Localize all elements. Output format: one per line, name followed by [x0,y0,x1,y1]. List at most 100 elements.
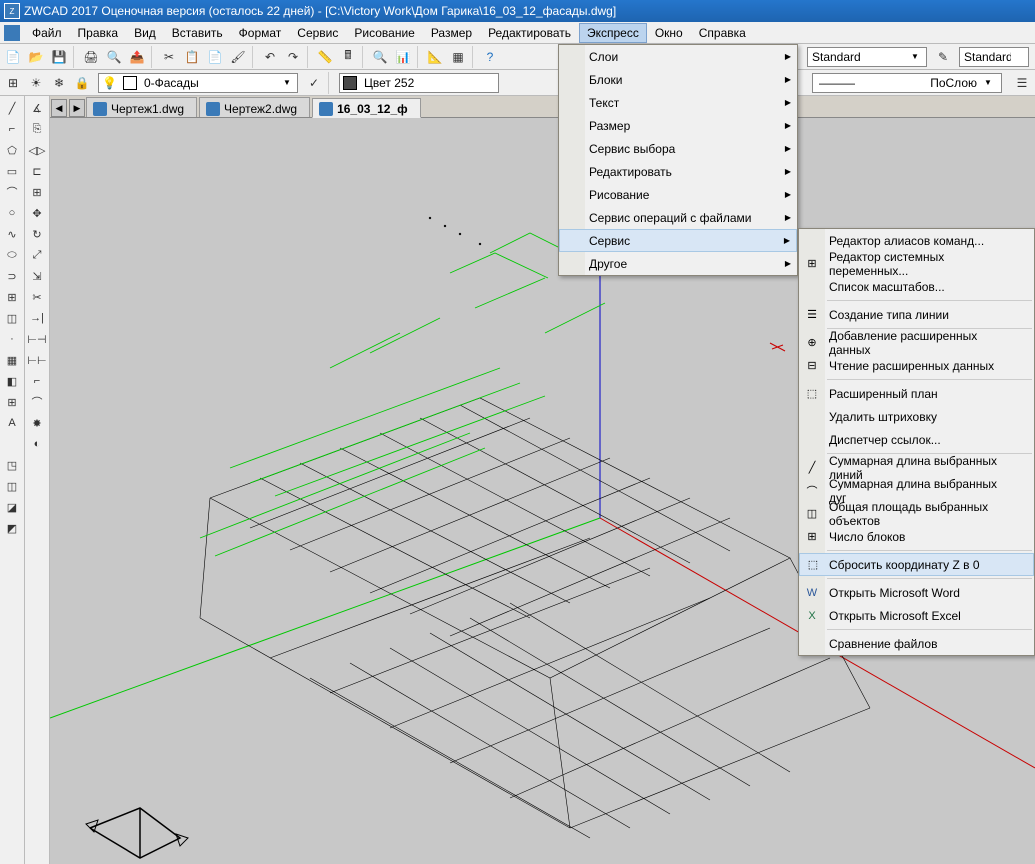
open-button[interactable]: 📂 [25,46,47,68]
color-input[interactable] [360,74,480,92]
sub-open-word[interactable]: WОткрыть Microsoft Word [799,581,1034,604]
lineweight-icon[interactable]: ☰ [1011,72,1033,94]
block-tool[interactable]: ◫ [2,308,22,328]
tab-drawing2[interactable]: Чертеж2.dwg [199,97,310,117]
layer2-tool[interactable]: ◫ [2,476,22,496]
textstyle-apply-icon[interactable]: ✎ [932,46,954,68]
line-tool[interactable]: ╱ [2,98,22,118]
sub-reset-z[interactable]: ⬚Сбросить координату Z в 0 [799,553,1034,576]
new-button[interactable]: 📄 [2,46,24,68]
cut-button[interactable]: ✂ [158,46,180,68]
earc-tool[interactable]: ⊃ [2,266,22,286]
express-draw[interactable]: Рисование [559,183,797,206]
print-button[interactable]: 🖨 [80,46,102,68]
ellipse-tool[interactable]: ⬭ [2,245,22,265]
menu-modify[interactable]: Редактировать [480,23,579,43]
menu-view[interactable]: Вид [126,23,164,43]
help-button[interactable]: ? [479,46,501,68]
tool-palettes-button[interactable]: ▦ [447,46,469,68]
scale-tool[interactable]: ⤢ [27,245,47,265]
text-tool[interactable]: A [2,413,22,433]
layer-freeze-button[interactable]: 🔒 [71,72,93,94]
sub-ext-plan[interactable]: ⬚Расширенный план [799,382,1034,405]
menu-file[interactable]: Файл [24,23,70,43]
save-button[interactable]: 💾 [48,46,70,68]
circle-tool[interactable]: ○ [2,203,22,223]
express-other[interactable]: Другое [559,252,797,275]
tab-prev[interactable]: ◀ [51,99,67,117]
express-blocks[interactable]: Блоки [559,68,797,91]
express-layers[interactable]: Слои [559,45,797,68]
insert-tool[interactable]: ⊞ [2,287,22,307]
explode-tool[interactable]: ✸ [27,413,47,433]
table-tool[interactable]: ⊞ [2,392,22,412]
sub-total-area[interactable]: ◫Общая площадь выбранных объектов [799,502,1034,525]
move-tool[interactable]: ✥ [27,203,47,223]
paste-button[interactable]: 📄 [204,46,226,68]
copy-layer-tool[interactable]: ◳ [2,455,22,475]
stretch-tool[interactable]: ⇲ [27,266,47,286]
menu-edit[interactable]: Правка [70,23,127,43]
express-text[interactable]: Текст [559,91,797,114]
array-tool[interactable]: ⊞ [27,182,47,202]
extend-tool[interactable]: →| [27,308,47,328]
rotate-tool[interactable]: ↻ [27,224,47,244]
sub-block-count[interactable]: ⊞Число блоков [799,525,1034,548]
tab-drawing1[interactable]: Чертеж1.dwg [86,97,197,117]
mirror-tool[interactable]: ◁▷ [27,140,47,160]
point-tool[interactable]: · [2,329,22,349]
sub-open-excel[interactable]: XОткрыть Microsoft Excel [799,604,1034,627]
layer-iso-button[interactable]: ❄ [48,72,70,94]
preview-button[interactable]: 🔍 [103,46,125,68]
sub-create-linetype[interactable]: ☰Создание типа линии [799,303,1034,326]
trim-tool[interactable]: ✂ [27,287,47,307]
menu-format[interactable]: Формат [231,23,290,43]
express-selection[interactable]: Сервис выбора [559,137,797,160]
sub-sysvar-editor[interactable]: ⊞Редактор системных переменных... [799,252,1034,275]
sub-compare-files[interactable]: Сравнение файлов [799,632,1034,655]
copy-button[interactable]: 📋 [181,46,203,68]
menu-insert[interactable]: Вставить [164,23,231,43]
express-fileops[interactable]: Сервис операций с файлами [559,206,797,229]
ucs-button[interactable]: 📐 [424,46,446,68]
linetype-input[interactable] [861,74,981,92]
sub-add-xdata[interactable]: ⊕Добавление расширенных данных [799,331,1034,354]
redo-button[interactable]: ↷ [282,46,304,68]
sub-del-hatch[interactable]: Удалить штриховку [799,405,1034,428]
region-tool[interactable]: ◧ [2,371,22,391]
copy2-tool[interactable]: ⎘ [27,119,47,139]
express-modify[interactable]: Редактировать [559,160,797,183]
layer-states-button[interactable]: ☀ [25,72,47,94]
tab-next[interactable]: ▶ [69,99,85,117]
menu-tools[interactable]: Сервис [289,23,346,43]
layer4-tool[interactable]: ◩ [2,518,22,538]
render-tool[interactable]: ◐ [27,434,47,454]
zoom-button[interactable]: 🔍 [369,46,391,68]
arc-tool[interactable]: ⌒ [2,182,22,202]
sub-read-xdata[interactable]: ⊟Чтение расширенных данных [799,354,1034,377]
express-dimension[interactable]: Размер [559,114,797,137]
hatch-tool[interactable]: ▦ [2,350,22,370]
offset-tool[interactable]: ⊏ [27,161,47,181]
menu-express[interactable]: Экспресс [579,23,647,43]
layer3-tool[interactable]: ◪ [2,497,22,517]
pline-tool[interactable]: ⌐ [2,119,22,139]
matchprop-button[interactable]: 🖌 [227,46,249,68]
express-tools[interactable]: Сервис [559,229,797,252]
join-tool[interactable]: ⊢⊢ [27,350,47,370]
menu-draw[interactable]: Рисование [346,23,422,43]
tab-drawing3[interactable]: 16_03_12_ф [312,98,421,118]
spline-tool[interactable]: ∿ [2,224,22,244]
layer-make-current-button[interactable]: ✓ [303,72,325,94]
linetype-combo[interactable]: ——— ▼ [812,73,1002,93]
textstyle-input[interactable] [808,48,908,66]
break-tool[interactable]: ⊢⊣ [27,329,47,349]
dimstyle-input[interactable] [960,48,1015,66]
properties-button[interactable]: 📊 [392,46,414,68]
layer-name-input[interactable] [140,74,280,92]
menu-help[interactable]: Справка [691,23,754,43]
measure-button[interactable]: 📏 [314,46,336,68]
publish-button[interactable]: 📤 [126,46,148,68]
chamfer-tool[interactable]: ⌐ [27,371,47,391]
undo-button[interactable]: ↶ [259,46,281,68]
